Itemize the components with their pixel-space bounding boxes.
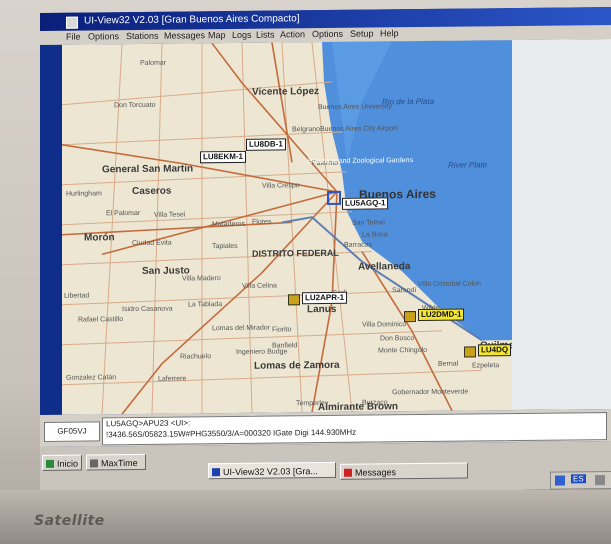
label-barracas: Barracas bbox=[344, 241, 373, 249]
station-house-icon[interactable] bbox=[404, 311, 416, 323]
label-river-plate: River Plate bbox=[448, 160, 488, 170]
start-label: Inicio bbox=[57, 458, 79, 469]
label-bernal: Bernal bbox=[438, 360, 459, 368]
label-monte-chingolo: Monte Chingolo bbox=[378, 346, 428, 355]
label-city-airport: Buenos Aires City Airport bbox=[320, 125, 398, 134]
label-gonzalez-catan: Gonzalez Catán bbox=[66, 374, 117, 382]
station-lu8ekm-1[interactable]: LU8EKM-1 bbox=[200, 150, 247, 164]
label-tapiales: Tapiales bbox=[212, 242, 238, 251]
station-lu4dq[interactable]: LU4DQ bbox=[478, 344, 512, 357]
label-palomar: Palomar bbox=[140, 59, 167, 67]
station-lu5agq-1[interactable]: LU5AGQ-1 bbox=[342, 197, 389, 210]
label-botanical-gardens: Botanical and Zoological Gardens bbox=[308, 157, 414, 166]
label-villa-celina: Villa Celina bbox=[242, 282, 277, 290]
label-don-bosco: Don Bosco bbox=[380, 335, 415, 343]
start-button[interactable]: Inicio bbox=[42, 454, 82, 471]
task-messages[interactable]: Messages bbox=[340, 462, 468, 480]
menu-action[interactable]: Action bbox=[280, 29, 305, 39]
menu-lists[interactable]: Lists bbox=[256, 30, 275, 40]
packet-monitor: LU5AGQ>APU23 <UI>: !3436.56S/05823.15W#P… bbox=[102, 412, 607, 446]
label-caseros: Caseros bbox=[132, 185, 172, 198]
label-lomas-del-mirador: Lomas del Mirador bbox=[212, 324, 270, 333]
label-villa-crespo: Villa Crespo bbox=[262, 182, 300, 190]
label-gobernador-monteverde: Gobernador Monteverde bbox=[392, 388, 469, 397]
label-laferrere: Laferrere bbox=[158, 375, 187, 383]
label-villa-tesei: Villa Tesei bbox=[154, 211, 186, 219]
messages-icon bbox=[344, 468, 352, 477]
station-lu2dmd-1[interactable]: LU2DMD-1 bbox=[418, 308, 465, 322]
station-lu2apr-1[interactable]: LU2APR-1 bbox=[302, 291, 348, 305]
label-villa-madero: Villa Madero bbox=[182, 275, 221, 283]
tray-network-icon[interactable] bbox=[555, 475, 565, 486]
task-uiview32-label: UI-View32 V2.03 [Gra... bbox=[223, 466, 318, 478]
menu-options[interactable]: Options bbox=[88, 31, 119, 41]
menu-file[interactable]: File bbox=[66, 32, 81, 42]
taskbar: Inicio MaxTime UI-View32 V2.03 [Gra... M… bbox=[40, 441, 611, 495]
label-general-san-martin: General San Martin bbox=[102, 163, 194, 176]
label-ciudad-evita: Ciudad Evita bbox=[132, 239, 172, 248]
label-avellaneda: Avellaneda bbox=[358, 261, 411, 273]
menu-stations[interactable]: Stations bbox=[126, 31, 159, 41]
label-vicente-lopez: Vicente López bbox=[252, 86, 320, 98]
label-hurlingham: Hurlingham bbox=[66, 190, 102, 198]
label-ezpeleta: Ezpeleta bbox=[472, 362, 500, 370]
label-fiorito: Fiorito bbox=[272, 326, 292, 334]
label-mataderos: Mataderos bbox=[212, 220, 246, 229]
windows-logo-icon bbox=[46, 459, 54, 468]
menu-help[interactable]: Help bbox=[380, 28, 399, 38]
menu-map[interactable]: Map bbox=[208, 30, 226, 40]
label-libertad: Libertad bbox=[64, 292, 90, 300]
label-flores: Flores bbox=[252, 218, 272, 226]
label-belgrano: Belgrano bbox=[292, 126, 321, 134]
maxtime-label: MaxTime bbox=[101, 457, 138, 469]
label-isidro-casanova: Isidro Casanova bbox=[122, 305, 173, 314]
label-la-tablada: La Tablada bbox=[188, 301, 223, 309]
uiview-icon bbox=[212, 468, 220, 477]
task-uiview32[interactable]: UI-View32 V2.03 [Gra... bbox=[208, 461, 336, 480]
label-sarandi: Sarandí bbox=[392, 287, 417, 295]
label-distrito-federal: DISTRITO FEDERAL bbox=[252, 247, 339, 259]
side-panel bbox=[512, 39, 611, 411]
label-san-telmo: San Telmo bbox=[352, 219, 385, 227]
maxtime-icon bbox=[90, 459, 98, 468]
label-la-boca: La Boca bbox=[362, 231, 388, 239]
callsign-box: GF05VJ bbox=[44, 421, 100, 442]
menu-setup[interactable]: Setup bbox=[350, 28, 374, 38]
app-icon bbox=[66, 16, 78, 29]
map-view[interactable]: Buenos Aires General San Martin Caseros … bbox=[62, 40, 512, 415]
station-house-icon[interactable] bbox=[288, 294, 300, 306]
menu-logs[interactable]: Logs bbox=[232, 30, 252, 40]
label-el-palomar: El Palomar bbox=[106, 209, 141, 218]
label-lanus: Lanus bbox=[307, 303, 337, 316]
system-tray: ES bbox=[550, 470, 611, 490]
laptop-brand: Satellite bbox=[34, 513, 105, 529]
label-lomas-de-zamora: Lomas de Zamora bbox=[254, 359, 340, 372]
label-rio-de-la-plata: Rio de la Plata bbox=[382, 96, 435, 107]
label-rafael-castillo: Rafael Castillo bbox=[78, 316, 124, 324]
label-buenos-aires-university: Buenos Aires University bbox=[318, 103, 392, 112]
tray-volume-icon[interactable] bbox=[595, 475, 605, 486]
station-lu8db-1[interactable]: LU8DB-1 bbox=[246, 138, 286, 151]
window-title: UI-View32 V2.03 [Gran Buenos Aires Compa… bbox=[84, 13, 300, 27]
label-temperley: Temperley bbox=[296, 399, 329, 408]
label-ingeniero-budge: Ingeniero Budge bbox=[236, 348, 288, 356]
menu-options-2[interactable]: Options bbox=[312, 29, 343, 39]
task-messages-label: Messages bbox=[355, 467, 397, 478]
label-riachuelo: Riachuelo bbox=[180, 353, 212, 361]
quicklaunch-maxtime[interactable]: MaxTime bbox=[86, 453, 146, 471]
label-villa-dominico: Villa Dominico bbox=[362, 321, 407, 329]
menu-messages[interactable]: Messages bbox=[164, 30, 205, 40]
label-moron: Morón bbox=[84, 232, 115, 244]
label-don-torcuato: Don Torcuato bbox=[114, 101, 156, 110]
label-burzaco: Burzaco bbox=[362, 399, 388, 407]
station-house-icon[interactable] bbox=[464, 346, 476, 358]
label-villa-cristobal-colon: Villa Cristobal Colon bbox=[418, 280, 481, 289]
language-indicator[interactable]: ES bbox=[571, 474, 586, 484]
screen: UI-View32 V2.03 [Gran Buenos Aires Compa… bbox=[40, 7, 611, 495]
